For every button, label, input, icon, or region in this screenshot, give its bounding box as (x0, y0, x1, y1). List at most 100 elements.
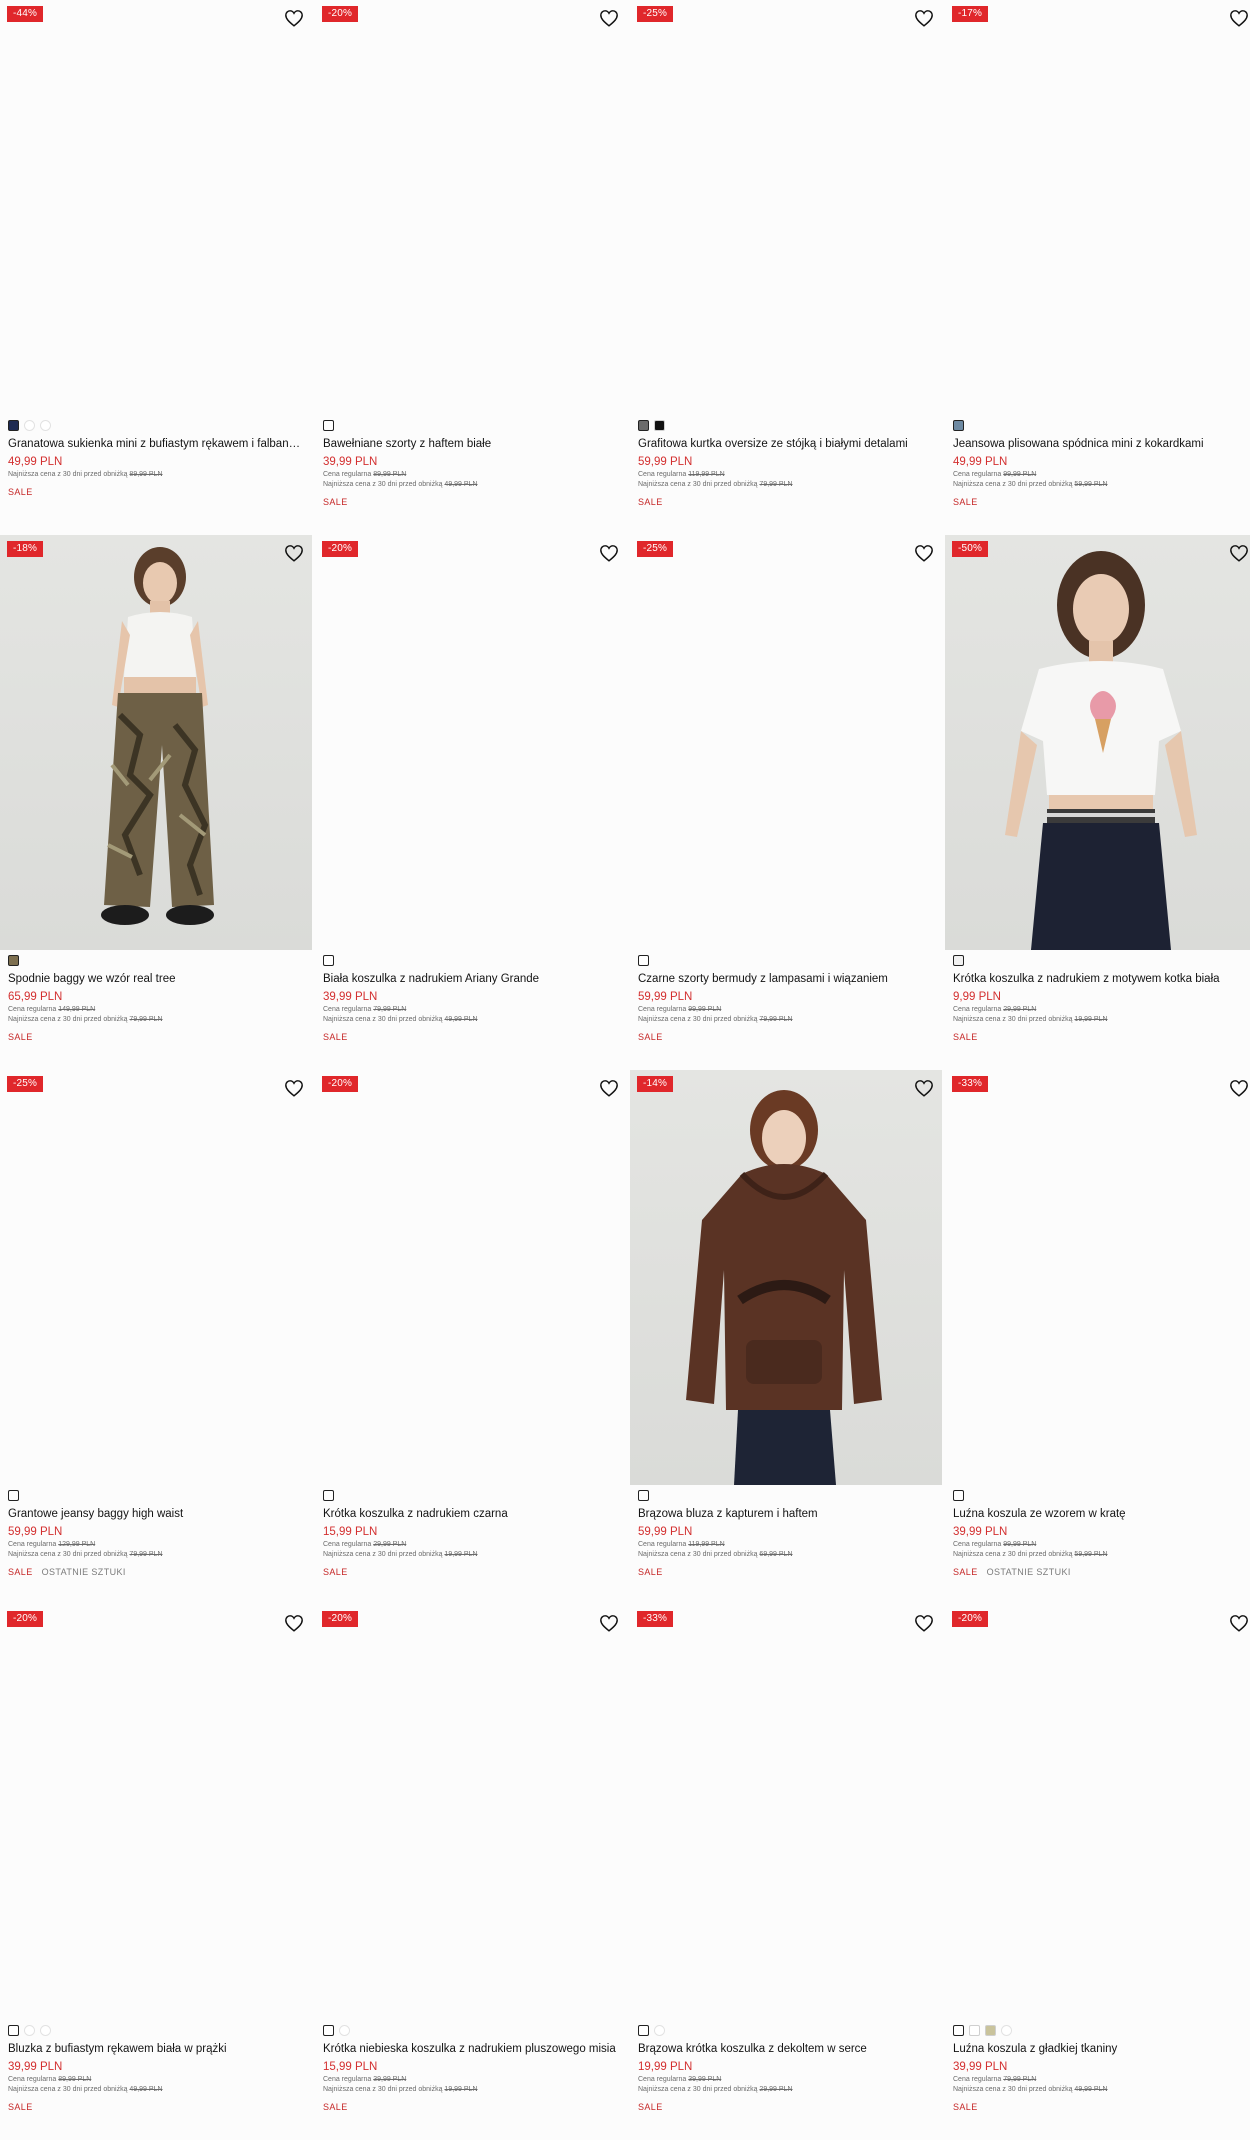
color-swatch[interactable] (8, 2024, 19, 2036)
product-card[interactable]: -33% Luźna koszula ze wzorem w kratę 39,… (945, 1070, 1250, 1605)
product-image[interactable]: -33% (945, 1070, 1250, 1485)
product-tags: SALE (8, 2101, 304, 2113)
product-image[interactable]: -50% (945, 535, 1250, 950)
heart-icon[interactable] (1229, 1079, 1249, 1097)
product-name[interactable]: Krótka koszulka z nadrukiem z motywem ko… (953, 971, 1249, 987)
product-name[interactable]: Grantowe jeansy baggy high waist (8, 1506, 304, 1522)
color-swatch[interactable] (8, 954, 19, 966)
color-swatch[interactable] (339, 2024, 350, 2036)
heart-icon[interactable] (284, 1079, 304, 1097)
heart-icon[interactable] (599, 1614, 619, 1632)
color-swatch[interactable] (1001, 2024, 1012, 2036)
heart-icon[interactable] (599, 9, 619, 27)
product-card[interactable]: -50% Krótka koszulka z nadrukiem z motyw… (945, 535, 1250, 1070)
product-card[interactable]: -20% Bawełniane szorty z haftem białe 39… (315, 0, 627, 535)
color-swatch[interactable] (654, 2024, 665, 2036)
heart-icon[interactable] (284, 9, 304, 27)
product-card[interactable]: -14% Brązowa bluza z kapturem i haftem 5… (630, 1070, 942, 1605)
lowest-price: 19,99 PLN (444, 2086, 478, 2093)
color-swatch[interactable] (40, 419, 51, 431)
product-image[interactable]: -20% (315, 535, 627, 950)
color-swatch[interactable] (638, 954, 649, 966)
color-swatch[interactable] (24, 419, 35, 431)
product-image[interactable]: -44% (0, 0, 312, 415)
product-image[interactable]: -20% (315, 1605, 627, 2020)
product-image[interactable]: -25% (630, 0, 942, 415)
color-swatch[interactable] (985, 2024, 996, 2036)
color-swatch[interactable] (323, 2024, 334, 2036)
color-swatch[interactable] (8, 419, 19, 431)
regular-price-label: Cena regularna (323, 1006, 372, 1013)
product-name[interactable]: Brązowa bluza z kapturem i haftem (638, 1506, 934, 1522)
color-swatch[interactable] (8, 1489, 19, 1501)
product-card[interactable]: -25% Czarne szorty bermudy z lampasami i… (630, 535, 942, 1070)
color-swatches (953, 1488, 1249, 1502)
product-name[interactable]: Bawełniane szorty z haftem białe (323, 436, 619, 452)
color-swatch[interactable] (323, 1489, 334, 1501)
product-image[interactable]: -25% (0, 1070, 312, 1485)
product-image[interactable]: -25% (630, 535, 942, 950)
product-name[interactable]: Biała koszulka z nadrukiem Ariany Grande (323, 971, 619, 987)
product-name[interactable]: Krótka niebieska koszulka z nadrukiem pl… (323, 2041, 619, 2057)
product-name[interactable]: Spodnie baggy we wzór real tree (8, 971, 304, 987)
product-tags: SALE (323, 1031, 619, 1043)
product-card[interactable]: -20% Krótka niebieska koszulka z nadruki… (315, 1605, 627, 2140)
color-swatch[interactable] (654, 419, 665, 431)
heart-icon[interactable] (599, 544, 619, 562)
product-name[interactable]: Luźna koszula ze wzorem w kratę (953, 1506, 1249, 1522)
color-swatch[interactable] (953, 954, 964, 966)
product-name[interactable]: Czarne szorty bermudy z lampasami i wiąz… (638, 971, 934, 987)
product-card[interactable]: -17% Jeansowa plisowana spódnica mini z … (945, 0, 1250, 535)
heart-icon[interactable] (284, 544, 304, 562)
heart-icon[interactable] (914, 1614, 934, 1632)
product-name[interactable]: Jeansowa plisowana spódnica mini z kokar… (953, 436, 1249, 452)
color-swatch[interactable] (638, 419, 649, 431)
color-swatch[interactable] (40, 2024, 51, 2036)
product-name[interactable]: Brązowa krótka koszulka z dekoltem w ser… (638, 2041, 934, 2057)
product-image[interactable]: -14% (630, 1070, 942, 1485)
product-card[interactable]: -33% Brązowa krótka koszulka z dekoltem … (630, 1605, 942, 2140)
heart-icon[interactable] (284, 1614, 304, 1632)
product-card[interactable]: -20% Luźna koszula z gładkiej tkaniny 39… (945, 1605, 1250, 2140)
product-image[interactable]: -17% (945, 0, 1250, 415)
product-image[interactable]: -33% (630, 1605, 942, 2020)
product-card[interactable]: -20% Biała koszulka z nadrukiem Ariany G… (315, 535, 627, 1070)
product-info: Bawełniane szorty z haftem białe 39,99 P… (315, 415, 627, 508)
heart-icon[interactable] (914, 544, 934, 562)
heart-icon[interactable] (914, 9, 934, 27)
product-card[interactable]: -18% Spodnie baggy we wzór real tree 65,… (0, 535, 312, 1070)
color-swatch[interactable] (638, 2024, 649, 2036)
color-swatch[interactable] (953, 2024, 964, 2036)
product-card[interactable]: -20% Bluzka z bufiastym rękawem biała w … (0, 1605, 312, 2140)
color-swatch[interactable] (953, 1489, 964, 1501)
product-image[interactable]: -20% (315, 0, 627, 415)
color-swatch[interactable] (24, 2024, 35, 2036)
heart-icon[interactable] (599, 1079, 619, 1097)
regular-price-line: Cena regularna 89,99 PLN (8, 2075, 304, 2085)
color-swatch[interactable] (323, 954, 334, 966)
product-card[interactable]: -25% Grafitowa kurtka oversize ze stójką… (630, 0, 942, 535)
product-name[interactable]: Luźna koszula z gładkiej tkaniny (953, 2041, 1249, 2057)
regular-price: 119,99 PLN (688, 1541, 725, 1548)
color-swatch[interactable] (638, 1489, 649, 1501)
product-name[interactable]: Grafitowa kurtka oversize ze stójką i bi… (638, 436, 934, 452)
color-swatch[interactable] (953, 419, 964, 431)
heart-icon[interactable] (1229, 544, 1249, 562)
product-card[interactable]: -44% Granatowa sukienka mini z bufiastym… (0, 0, 312, 535)
heart-icon[interactable] (1229, 1614, 1249, 1632)
product-card[interactable]: -20% Krótka koszulka z nadrukiem czarna … (315, 1070, 627, 1605)
color-swatch[interactable] (969, 2024, 980, 2036)
product-image[interactable]: -20% (315, 1070, 627, 1485)
heart-icon[interactable] (914, 1079, 934, 1097)
product-name[interactable]: Bluzka z bufiastym rękawem biała w prążk… (8, 2041, 304, 2057)
product-image[interactable]: -20% (945, 1605, 1250, 2020)
heart-icon[interactable] (1229, 9, 1249, 27)
product-image[interactable]: -20% (0, 1605, 312, 2020)
product-name[interactable]: Krótka koszulka z nadrukiem czarna (323, 1506, 619, 1522)
color-swatch[interactable] (323, 419, 334, 431)
product-card[interactable]: -25% Grantowe jeansy baggy high waist 59… (0, 1070, 312, 1605)
product-info: Luźna koszula z gładkiej tkaniny 39,99 P… (945, 2020, 1250, 2113)
product-image[interactable]: -18% (0, 535, 312, 950)
lowest-price-line: Najniższa cena z 30 dni przed obniżką 49… (323, 480, 619, 490)
product-name[interactable]: Granatowa sukienka mini z bufiastym ręka… (8, 436, 304, 452)
